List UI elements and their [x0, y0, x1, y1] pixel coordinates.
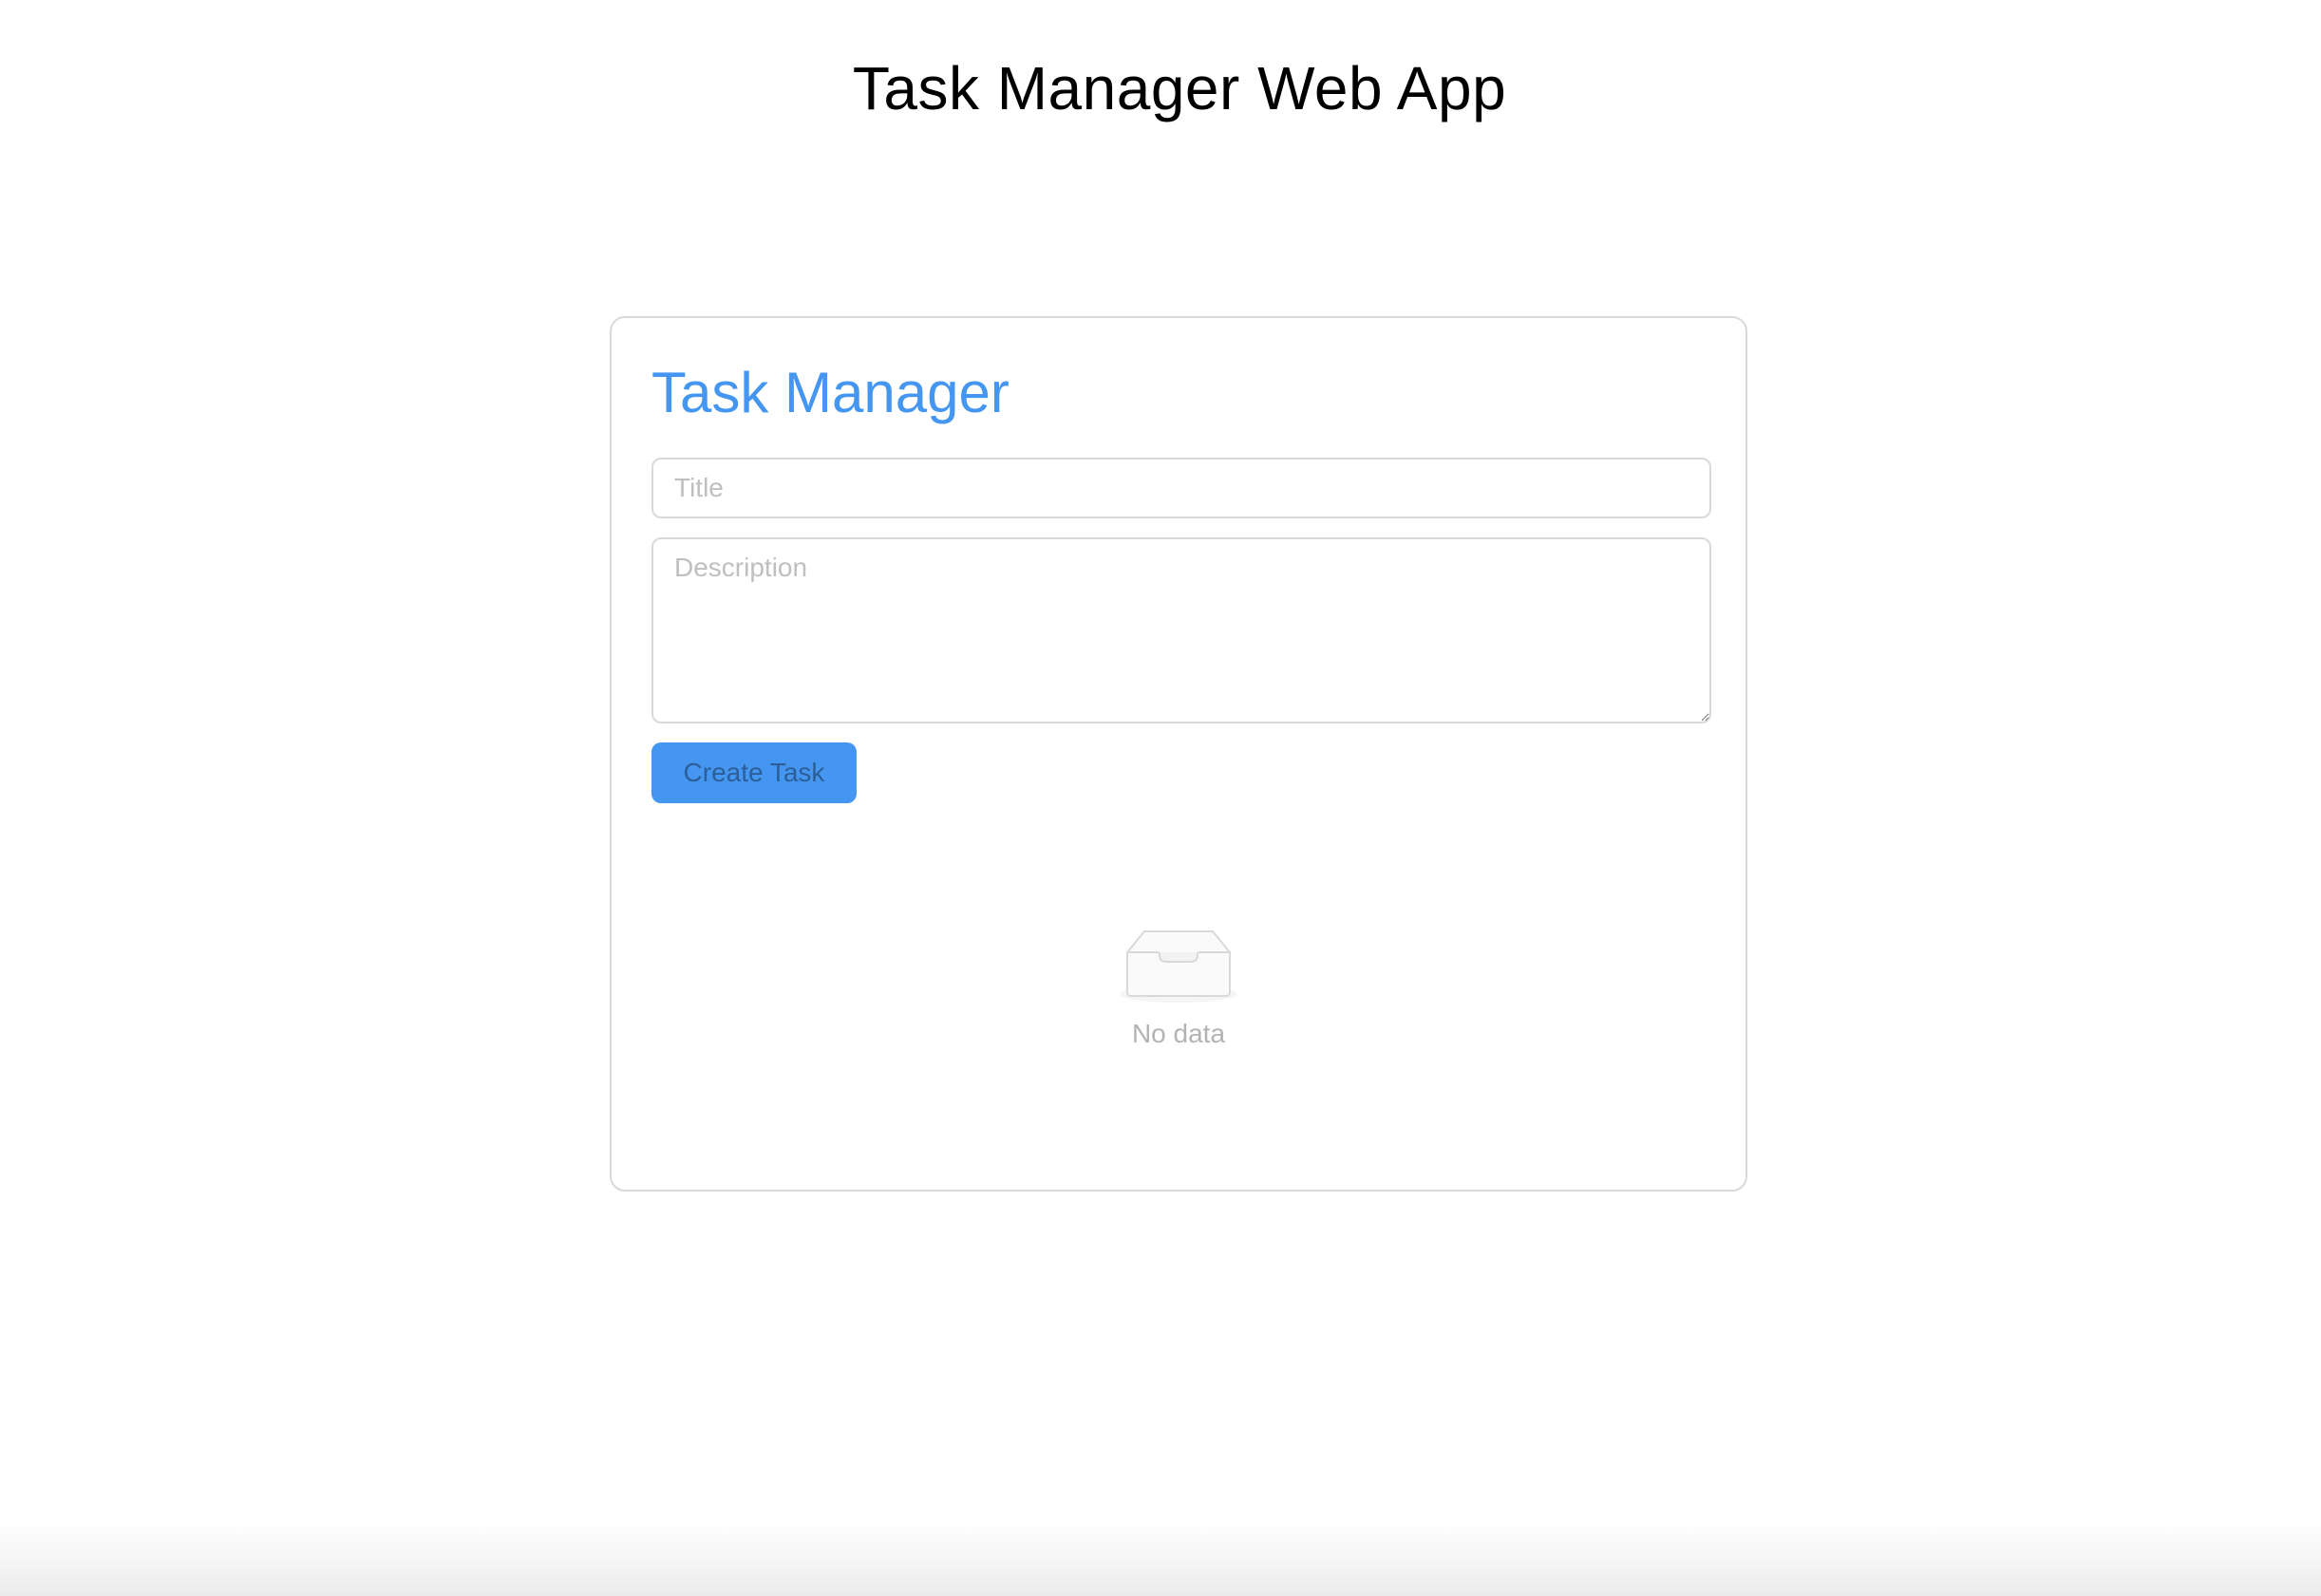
bottom-shadow — [0, 1520, 2321, 1596]
empty-inbox-icon — [1120, 930, 1237, 1003]
page: Task Manager Web App Task Manager Create… — [0, 0, 2321, 1596]
task-description-textarea[interactable] — [651, 537, 1711, 723]
create-task-button[interactable]: Create Task — [651, 742, 857, 803]
empty-state: No data — [612, 926, 1745, 1049]
card-title: Task Manager — [651, 361, 1010, 424]
app-title: Task Manager Web App — [852, 54, 1507, 122]
empty-state-text: No data — [1131, 1019, 1226, 1048]
task-title-input[interactable] — [651, 458, 1711, 518]
task-manager-card: Task Manager Create Task No data — [610, 316, 1747, 1192]
